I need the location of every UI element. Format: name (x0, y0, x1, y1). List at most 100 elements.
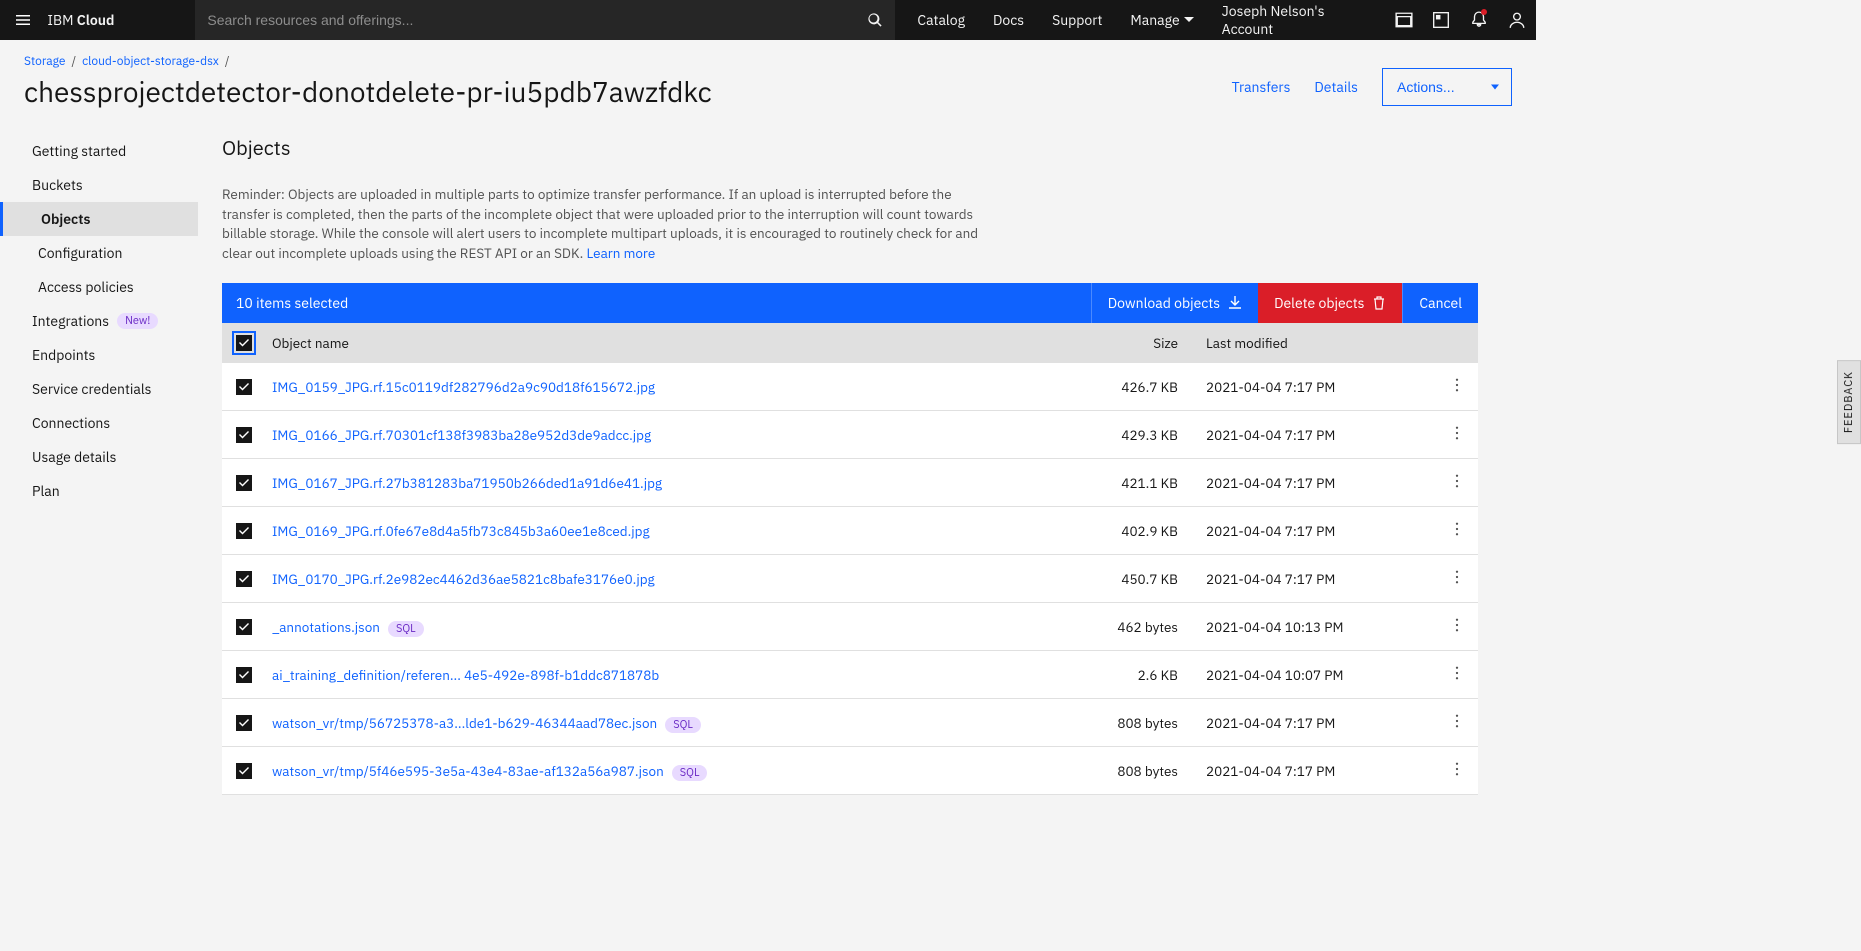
row-overflow-menu[interactable] (1450, 618, 1464, 636)
brand-bold: Cloud (77, 11, 115, 29)
reminder-text: Reminder: Objects are uploaded in multip… (222, 185, 992, 263)
cancel-selection-button[interactable]: Cancel (1402, 283, 1478, 323)
nav-support[interactable]: Support (1038, 11, 1116, 29)
object-name-link[interactable]: _annotations.json (272, 618, 380, 636)
row-checkbox[interactable] (236, 667, 252, 683)
breadcrumb-instance[interactable]: cloud-object-storage-dsx (82, 54, 219, 69)
col-header-modified[interactable]: Last modified (1178, 334, 1418, 352)
trash-icon (1372, 296, 1386, 310)
feedback-tab[interactable]: FEEDBACK (1837, 360, 1861, 444)
hamburger-menu-icon[interactable] (0, 0, 45, 40)
object-size: 450.7 KB (1058, 570, 1178, 588)
sql-badge: SQL (665, 717, 701, 733)
col-header-name[interactable]: Object name (272, 334, 1058, 352)
cancel-label: Cancel (1419, 294, 1462, 312)
sidebar-item-connections[interactable]: Connections (0, 406, 198, 440)
search-input[interactable] (207, 12, 867, 28)
notifications-icon[interactable] (1460, 0, 1498, 40)
object-size: 426.7 KB (1058, 378, 1178, 396)
download-icon (1228, 296, 1242, 310)
delete-label: Delete objects (1274, 294, 1364, 312)
object-name-link[interactable]: IMG_0159_JPG.rf.15c0119df282796d2a9c90d1… (272, 378, 655, 396)
object-name-link[interactable]: IMG_0170_JPG.rf.2e982ec4462d36ae5821c8ba… (272, 570, 655, 588)
row-checkbox[interactable] (236, 427, 252, 443)
object-name-link[interactable]: watson_vr/tmp/56725378-a3...lde1-b629-46… (272, 714, 657, 732)
sidebar-item-plan[interactable]: Plan (0, 474, 198, 508)
object-name-link[interactable]: watson_vr/tmp/5f46e595-3e5a-43e4-83ae-af… (272, 762, 664, 780)
sidebar-item-buckets[interactable]: Buckets (0, 168, 198, 202)
sql-badge: SQL (388, 621, 424, 637)
breadcrumb-sep: / (71, 54, 76, 69)
object-name-link[interactable]: ai_training_definition/referen... 4e5-49… (272, 666, 659, 684)
object-modified: 2021-04-04 10:13 PM (1178, 618, 1418, 636)
row-overflow-menu[interactable] (1450, 474, 1464, 492)
brand-thin: IBM (47, 11, 76, 29)
sidebar-item-usage-details[interactable]: Usage details (0, 440, 198, 474)
col-header-size[interactable]: Size (1058, 334, 1178, 352)
profile-icon[interactable] (1498, 0, 1536, 40)
transfers-link[interactable]: Transfers (1232, 78, 1291, 96)
object-modified: 2021-04-04 7:17 PM (1178, 474, 1418, 492)
row-overflow-menu[interactable] (1450, 762, 1464, 780)
nav-manage[interactable]: Manage (1116, 11, 1207, 29)
new-badge: New! (117, 313, 158, 329)
object-modified: 2021-04-04 7:17 PM (1178, 762, 1418, 780)
actions-dropdown[interactable]: Actions... (1382, 68, 1512, 106)
learn-more-link[interactable]: Learn more (587, 244, 656, 262)
sidebar-item-label: Integrations (32, 312, 109, 330)
breadcrumb-sep: / (225, 54, 230, 69)
sidebar-item-service-credentials[interactable]: Service credentials (0, 372, 198, 406)
row-overflow-menu[interactable] (1450, 378, 1464, 396)
row-checkbox[interactable] (236, 523, 252, 539)
object-name-link[interactable]: IMG_0167_JPG.rf.27b381283ba71950b266ded1… (272, 474, 662, 492)
page-actions: Transfers Details Actions... (1232, 68, 1512, 106)
cost-estimator-icon[interactable] (1423, 0, 1461, 40)
object-name-link[interactable]: IMG_0169_JPG.rf.0fe67e8d4a5fb73c845b3a60… (272, 522, 650, 540)
top-header: IBM Cloud Catalog Docs Support Manage Jo… (0, 0, 1536, 40)
row-overflow-menu[interactable] (1450, 714, 1464, 732)
main: Getting started Buckets Objects Configur… (0, 118, 1536, 835)
web-terminal-icon[interactable] (1385, 0, 1423, 40)
sidebar-item-integrations[interactable]: Integrations New! (0, 304, 198, 338)
row-checkbox[interactable] (236, 763, 252, 779)
page-title: chessprojectdetector-donotdelete-pr-iu5p… (24, 73, 712, 110)
select-all-checkbox[interactable] (236, 335, 252, 351)
object-modified: 2021-04-04 7:17 PM (1178, 426, 1418, 444)
object-modified: 2021-04-04 7:17 PM (1178, 378, 1418, 396)
brand[interactable]: IBM Cloud (45, 11, 195, 29)
sql-badge: SQL (672, 765, 708, 781)
account-switcher[interactable]: Joseph Nelson's Account (1208, 2, 1385, 38)
section-title: Objects (222, 134, 1478, 161)
table-row: IMG_0169_JPG.rf.0fe67e8d4a5fb73c845b3a60… (222, 507, 1478, 555)
global-search[interactable] (195, 0, 895, 40)
object-name-link[interactable]: IMG_0166_JPG.rf.70301cf138f3983ba28e952d… (272, 426, 651, 444)
row-checkbox[interactable] (236, 379, 252, 395)
row-overflow-menu[interactable] (1450, 570, 1464, 588)
table-row: IMG_0170_JPG.rf.2e982ec4462d36ae5821c8ba… (222, 555, 1478, 603)
nav-docs[interactable]: Docs (979, 11, 1038, 29)
nav-catalog[interactable]: Catalog (903, 11, 979, 29)
delete-objects-button[interactable]: Delete objects (1258, 283, 1402, 323)
row-checkbox[interactable] (236, 619, 252, 635)
selection-count: 10 items selected (222, 283, 1091, 323)
object-size: 808 bytes (1058, 714, 1178, 732)
object-size: 429.3 KB (1058, 426, 1178, 444)
row-overflow-menu[interactable] (1450, 426, 1464, 444)
breadcrumb-storage[interactable]: Storage (24, 54, 65, 69)
sidebar-item-configuration[interactable]: Configuration (0, 236, 198, 270)
row-checkbox[interactable] (236, 571, 252, 587)
table-row: watson_vr/tmp/56725378-a3...lde1-b629-46… (222, 699, 1478, 747)
sidebar-item-getting-started[interactable]: Getting started (0, 134, 198, 168)
row-checkbox[interactable] (236, 715, 252, 731)
table-row: IMG_0159_JPG.rf.15c0119df282796d2a9c90d1… (222, 363, 1478, 411)
sidebar: Getting started Buckets Objects Configur… (0, 118, 198, 835)
row-overflow-menu[interactable] (1450, 522, 1464, 540)
row-checkbox[interactable] (236, 475, 252, 491)
download-objects-button[interactable]: Download objects (1091, 283, 1258, 323)
sidebar-item-access-policies[interactable]: Access policies (0, 270, 198, 304)
object-size: 402.9 KB (1058, 522, 1178, 540)
details-link[interactable]: Details (1314, 78, 1358, 96)
sidebar-item-objects[interactable]: Objects (0, 202, 198, 236)
sidebar-item-endpoints[interactable]: Endpoints (0, 338, 198, 372)
row-overflow-menu[interactable] (1450, 666, 1464, 684)
